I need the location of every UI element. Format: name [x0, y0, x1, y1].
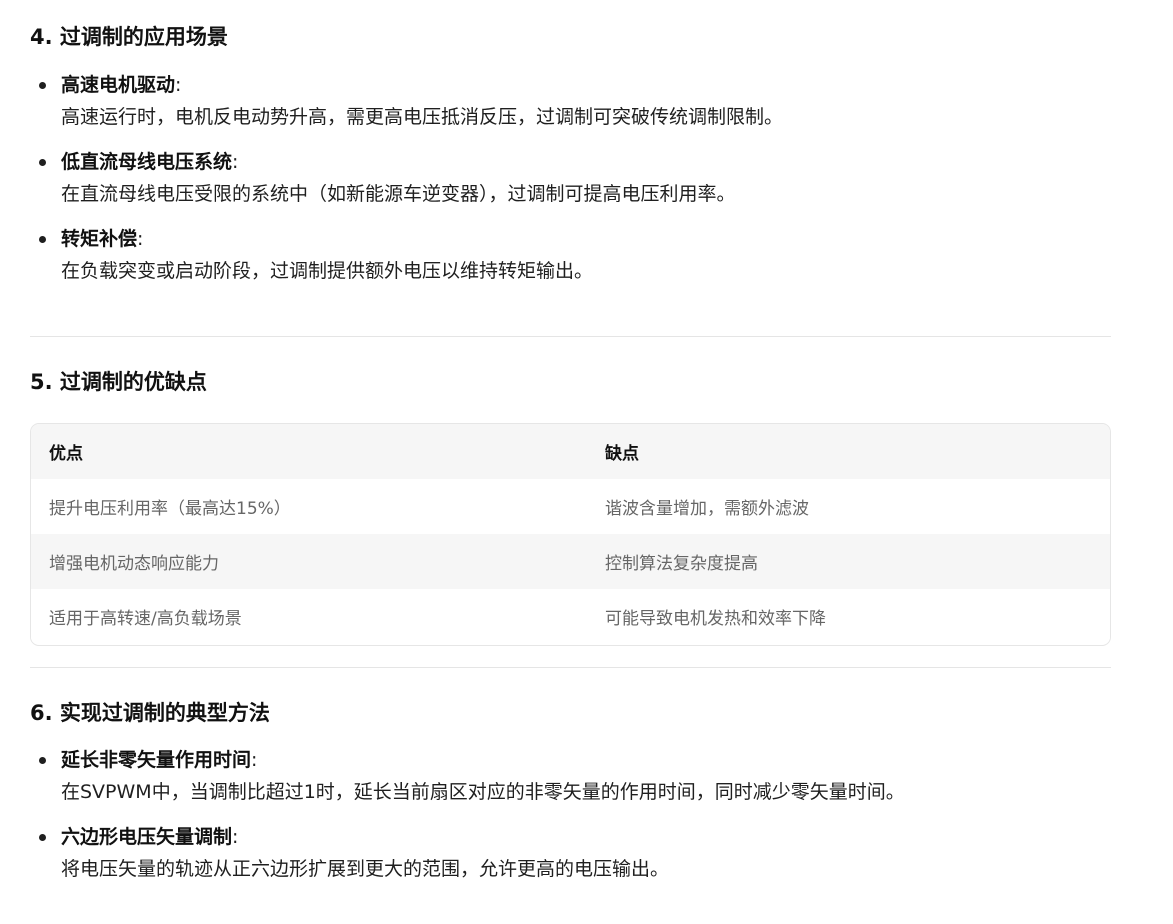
item-colon: : — [251, 749, 258, 771]
table-cell: 控制算法复杂度提高 — [587, 534, 1110, 589]
item-description: 在直流母线电压受限的系统中（如新能源车逆变器），过调制可提高电压利用率。 — [61, 183, 736, 205]
section-divider — [30, 336, 1111, 337]
bullet-icon — [39, 159, 46, 166]
section-heading-pros-cons: 5. 过调制的优缺点 — [30, 370, 207, 394]
item-colon: : — [232, 151, 239, 173]
item-description: 将电压矢量的轨迹从正六边形扩展到更大的范围，允许更高的电压输出。 — [61, 858, 670, 880]
item-title: 六边形电压矢量调制 — [61, 826, 233, 848]
list-item: 低直流母线电压系统: 在直流母线电压受限的系统中（如新能源车逆变器），过调制可提… — [30, 147, 1111, 210]
methods-list: 延长非零矢量作用时间: 在SVPWM中，当调制比超过1时，延长当前扇区对应的非零… — [30, 745, 1111, 899]
item-colon: : — [232, 826, 239, 848]
item-description: 高速运行时，电机反电动势升高，需更高电压抵消反压，过调制可突破传统调制限制。 — [61, 106, 784, 128]
table-cell: 适用于高转速/高负载场景 — [31, 589, 587, 644]
section-heading-applications: 4. 过调制的应用场景 — [30, 25, 228, 49]
table-row: 适用于高转速/高负载场景 可能导致电机发热和效率下降 — [31, 589, 1110, 644]
item-colon: : — [175, 74, 182, 96]
table-cell: 谐波含量增加，需额外滤波 — [587, 479, 1110, 534]
list-item: 延长非零矢量作用时间: 在SVPWM中，当调制比超过1时，延长当前扇区对应的非零… — [30, 745, 1111, 808]
column-header-pros: 优点 — [31, 424, 587, 479]
item-description: 在负载突变或启动阶段，过调制提供额外电压以维持转矩输出。 — [61, 260, 594, 282]
table-cell: 提升电压利用率（最高达15%） — [31, 479, 587, 534]
section-divider — [30, 667, 1111, 668]
column-header-cons: 缺点 — [587, 424, 1110, 479]
item-description: 在SVPWM中，当调制比超过1时，延长当前扇区对应的非零矢量的作用时间，同时减少… — [61, 781, 905, 803]
item-title: 转矩补偿 — [61, 228, 138, 250]
item-title: 高速电机驱动 — [61, 74, 176, 96]
bullet-icon — [39, 757, 46, 764]
table-cell: 可能导致电机发热和效率下降 — [587, 589, 1110, 644]
list-item: 六边形电压矢量调制: 将电压矢量的轨迹从正六边形扩展到更大的范围，允许更高的电压… — [30, 822, 1111, 885]
list-item: 高速电机驱动: 高速运行时，电机反电动势升高，需更高电压抵消反压，过调制可突破传… — [30, 70, 1111, 133]
table-row: 提升电压利用率（最高达15%） 谐波含量增加，需额外滤波 — [31, 479, 1110, 534]
table-row: 增强电机动态响应能力 控制算法复杂度提高 — [31, 534, 1110, 589]
pros-cons-table: 优点 缺点 提升电压利用率（最高达15%） 谐波含量增加，需额外滤波 增强电机动… — [30, 423, 1111, 646]
table-header-row: 优点 缺点 — [31, 424, 1110, 479]
applications-list: 高速电机驱动: 高速运行时，电机反电动势升高，需更高电压抵消反压，过调制可突破传… — [30, 70, 1111, 301]
bullet-icon — [39, 236, 46, 243]
bullet-icon — [39, 834, 46, 841]
list-item: 转矩补偿: 在负载突变或启动阶段，过调制提供额外电压以维持转矩输出。 — [30, 224, 1111, 287]
item-title: 低直流母线电压系统 — [61, 151, 233, 173]
bullet-icon — [39, 82, 46, 89]
item-title: 延长非零矢量作用时间 — [61, 749, 252, 771]
item-colon: : — [137, 228, 144, 250]
table-cell: 增强电机动态响应能力 — [31, 534, 587, 589]
section-heading-methods: 6. 实现过调制的典型方法 — [30, 701, 270, 725]
